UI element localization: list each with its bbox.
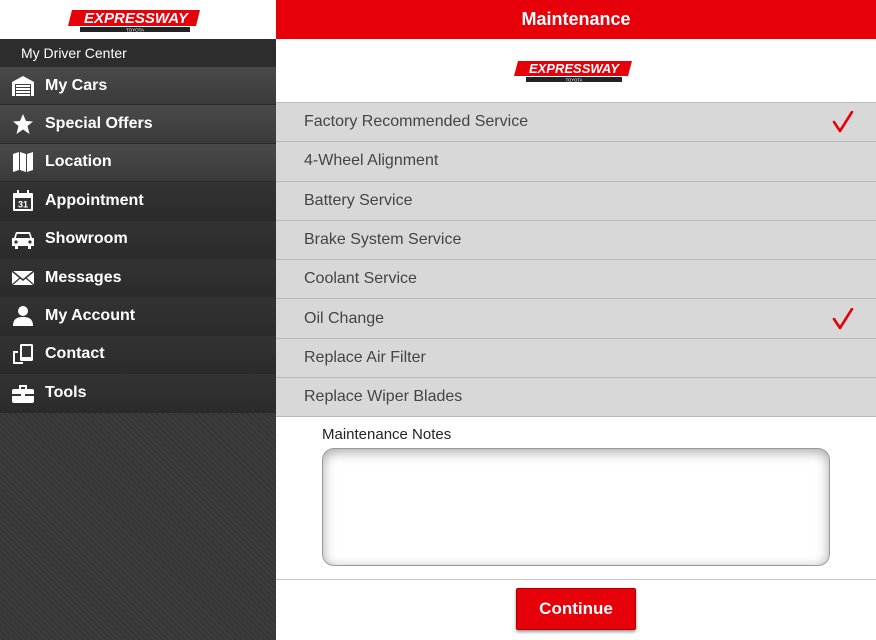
user-icon bbox=[0, 305, 45, 327]
sidebar-item-label: My Cars bbox=[45, 76, 108, 94]
sidebar-item-label: Tools bbox=[45, 383, 87, 401]
svg-text:31: 31 bbox=[17, 199, 27, 209]
map-icon bbox=[0, 151, 45, 173]
car-icon bbox=[0, 228, 45, 250]
sidebar-item-special-offers[interactable]: Special Offers bbox=[0, 105, 276, 144]
phone-icon bbox=[0, 343, 45, 365]
svg-text:EXPRESSWAY: EXPRESSWAY bbox=[529, 61, 620, 76]
sidebar-item-appointment[interactable]: 31 Appointment bbox=[0, 182, 276, 221]
service-row[interactable]: 4-Wheel Alignment bbox=[276, 142, 876, 182]
svg-text:EXPRESSWAY: EXPRESSWAY bbox=[84, 10, 190, 27]
main-panel: Maintenance EXPRESSWAY TOYOTA Factory Re… bbox=[276, 0, 876, 640]
service-row[interactable]: Replace Air Filter bbox=[276, 338, 876, 379]
sidebar-item-my-account[interactable]: My Account bbox=[0, 297, 276, 336]
service-label: Coolant Service bbox=[304, 270, 417, 288]
maintenance-notes-field[interactable] bbox=[322, 448, 830, 567]
service-row[interactable]: Brake System Service bbox=[276, 220, 876, 261]
sidebar: EXPRESSWAY TOYOTA My Driver Center My Ca… bbox=[0, 0, 276, 640]
continue-button[interactable]: Continue bbox=[516, 588, 636, 630]
sidebar-item-my-cars[interactable]: My Cars bbox=[0, 67, 276, 106]
sidebar-item-location[interactable]: Location bbox=[0, 143, 276, 183]
sidebar-item-messages[interactable]: Messages bbox=[0, 258, 276, 298]
calendar-icon: 31 bbox=[0, 189, 45, 212]
service-label: Factory Recommended Service bbox=[304, 113, 529, 131]
sidebar-item-label: Showroom bbox=[45, 230, 128, 248]
sidebar-item-label: Special Offers bbox=[45, 115, 153, 133]
sidebar-item-label: My Account bbox=[45, 307, 136, 325]
service-row[interactable]: Battery Service bbox=[276, 181, 876, 221]
star-icon bbox=[0, 113, 45, 135]
service-label: Replace Air Filter bbox=[304, 348, 426, 366]
sidebar-item-contact[interactable]: Contact bbox=[0, 335, 276, 375]
expressway-logo: EXPRESSWAY TOYOTA bbox=[514, 60, 632, 82]
svg-text:TOYOTA: TOYOTA bbox=[126, 27, 144, 32]
service-label: Battery Service bbox=[304, 191, 413, 209]
service-row[interactable]: Oil Change bbox=[276, 299, 876, 339]
service-list: Factory Recommended Service 4-Wheel Align… bbox=[276, 102, 876, 418]
header-bar: Maintenance bbox=[276, 0, 876, 39]
brand-banner: EXPRESSWAY TOYOTA bbox=[276, 39, 876, 102]
checkmark-icon bbox=[832, 307, 854, 329]
expressway-logo: EXPRESSWAY TOYOTA bbox=[68, 9, 200, 32]
toolbox-icon bbox=[0, 382, 45, 404]
service-label: 4-Wheel Alignment bbox=[304, 152, 439, 170]
checkmark-icon bbox=[832, 111, 854, 133]
sidebar-item-label: Messages bbox=[45, 268, 122, 286]
service-row[interactable]: Factory Recommended Service bbox=[276, 103, 876, 143]
envelope-icon bbox=[0, 267, 45, 289]
sidebar-subtitle: My Driver Center bbox=[0, 39, 276, 67]
service-label: Replace Wiper Blades bbox=[304, 388, 463, 406]
service-row[interactable]: Coolant Service bbox=[276, 260, 876, 300]
garage-icon bbox=[0, 75, 45, 97]
page-title: Maintenance bbox=[521, 9, 631, 29]
sidebar-item-tools[interactable]: Tools bbox=[0, 374, 276, 413]
notes-label: Maintenance Notes bbox=[322, 426, 452, 444]
sidebar-item-label: Appointment bbox=[45, 191, 144, 209]
sidebar-item-showroom[interactable]: Showroom bbox=[0, 220, 276, 259]
service-label: Oil Change bbox=[304, 309, 385, 327]
service-row[interactable]: Replace Wiper Blades bbox=[276, 378, 876, 418]
sidebar-logo: EXPRESSWAY TOYOTA bbox=[0, 0, 276, 39]
svg-text:TOYOTA: TOYOTA bbox=[566, 77, 583, 82]
sidebar-item-label: Contact bbox=[45, 345, 105, 363]
footer-bar: Continue bbox=[276, 579, 876, 640]
sidebar-item-label: Location bbox=[45, 153, 112, 171]
service-label: Brake System Service bbox=[304, 231, 462, 249]
